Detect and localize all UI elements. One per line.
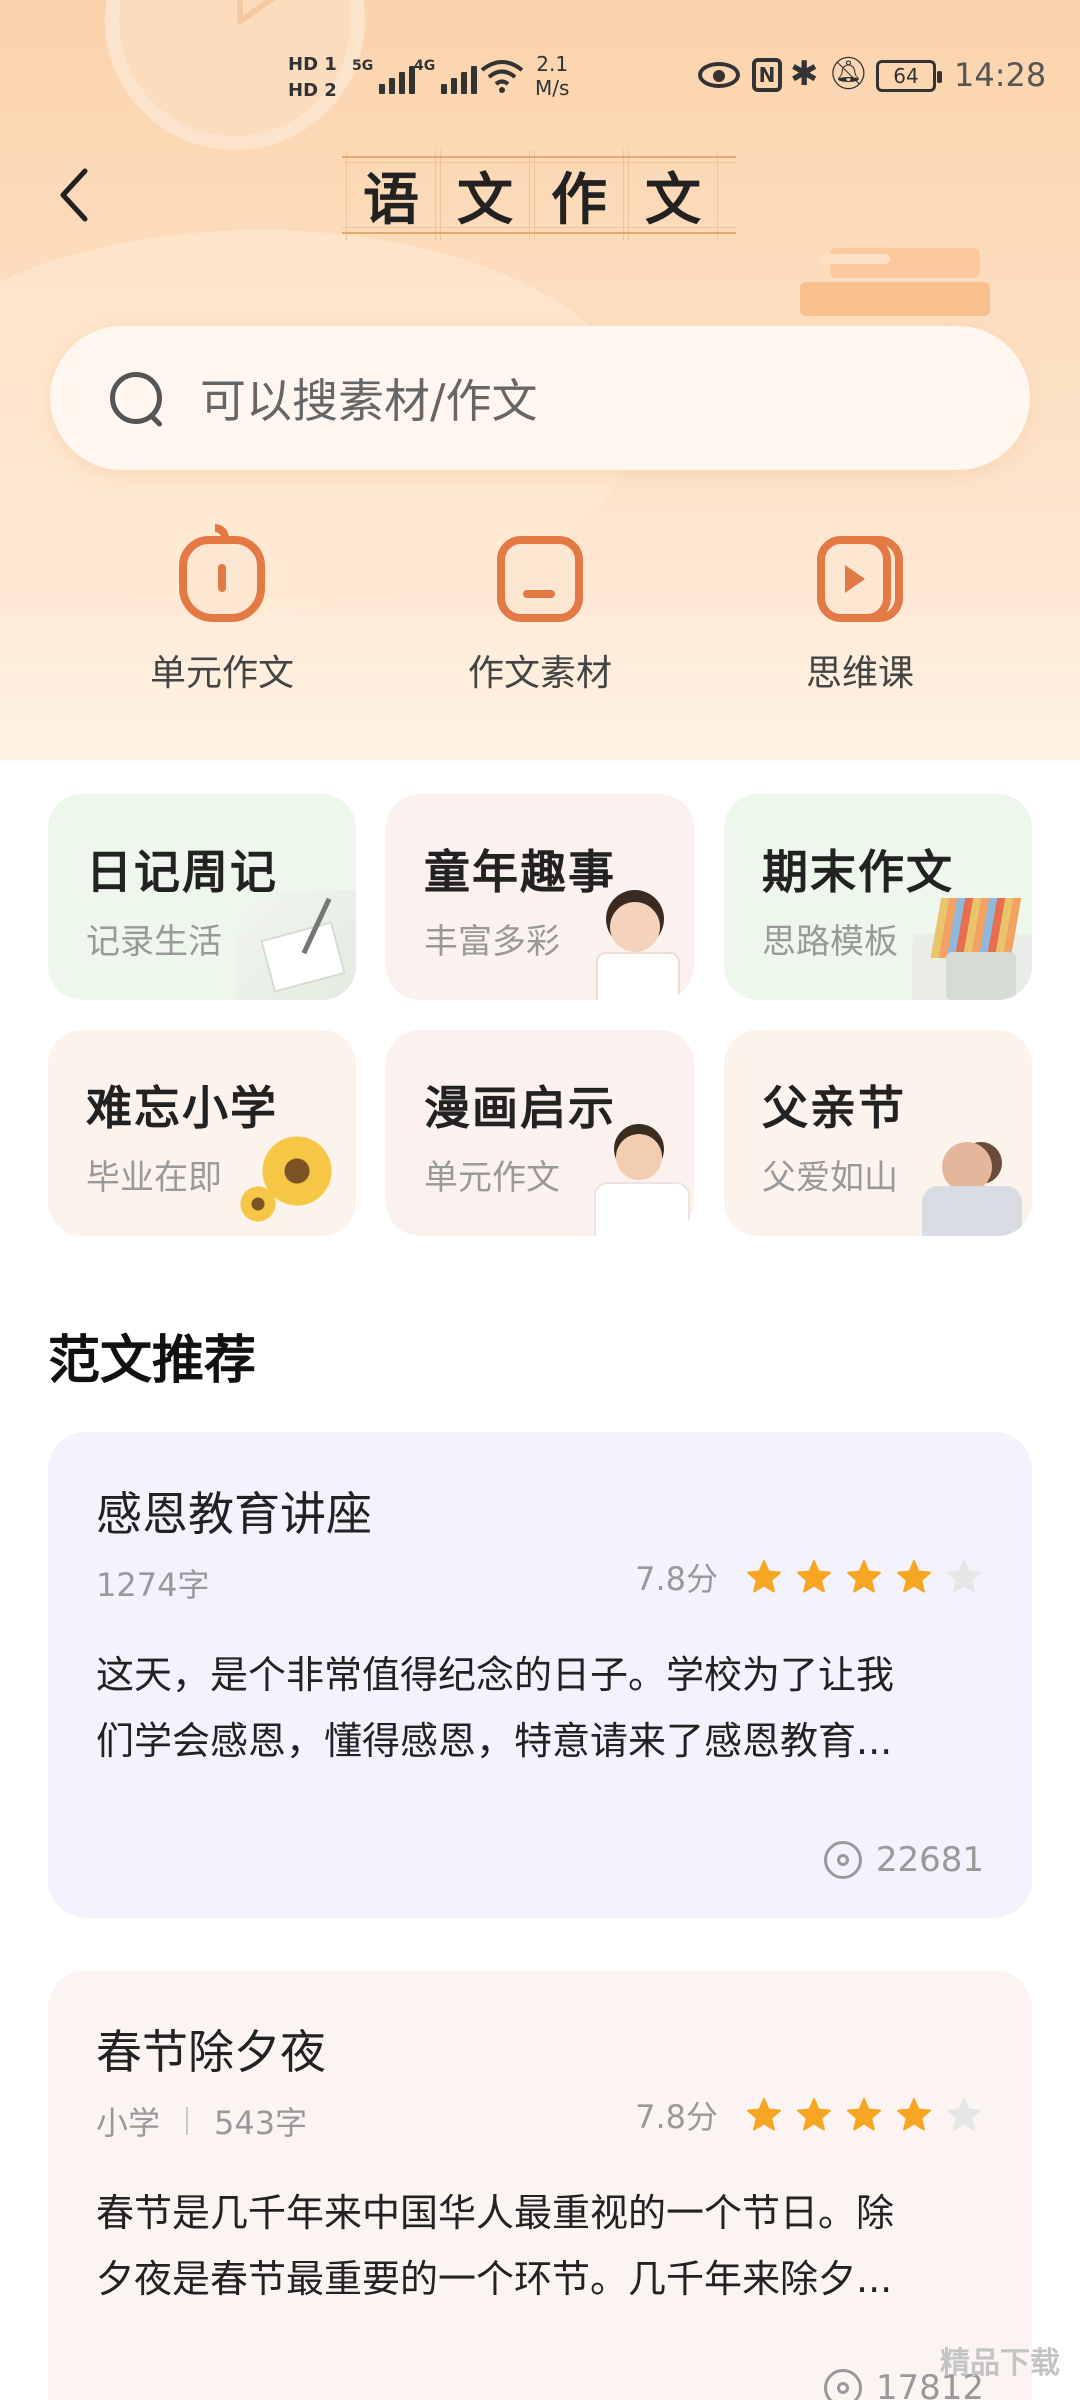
mute-bell-icon: 🔕︎ <box>828 54 869 92</box>
category-card-primary-school[interactable]: 难忘小学 毕业在即 <box>48 1030 356 1236</box>
word-count: 1274字 <box>96 1566 210 1604</box>
category-subtitle: 思路模板 <box>762 922 898 962</box>
star-filled-icon <box>846 1559 882 1595</box>
article-card[interactable]: 感恩教育讲座 1274字 7.8分 这天，是个非常值得纪念的日子。学校为了让我 … <box>48 1432 1032 1918</box>
hd-indicator: HD 1 HD 2 <box>288 54 337 101</box>
category-title: 日记周记 <box>86 845 278 899</box>
signal-5g-icon: 5G <box>352 58 416 94</box>
quick-entry-label: 单元作文 <box>149 653 294 694</box>
view-count: 22681 <box>823 1840 984 1880</box>
article-meta: 小学 543字 <box>96 2098 307 2144</box>
status-bar: HD 1 HD 2 5G 4G 2.1 M/s N ✱ 🔕︎ 64 14:28 <box>0 50 1080 110</box>
article-score: 7.8分 <box>635 1554 982 1600</box>
category-title: 漫画启示 <box>424 1081 616 1135</box>
category-title: 童年趣事 <box>424 845 616 899</box>
chevron-left-icon <box>60 168 88 222</box>
article-card[interactable]: 春节除夕夜 小学 543字 7.8分 春节是几千年来中国华人最重视的一个节日。除… <box>48 1970 1032 2400</box>
category-subtitle: 单元作文 <box>424 1158 560 1198</box>
watermark-logo: 精品下载 <box>940 2346 1060 2381</box>
father-illustration <box>912 1126 1032 1236</box>
category-subtitle: 记录生活 <box>86 922 222 962</box>
star-filled-icon <box>896 2097 932 2133</box>
star-filled-icon <box>746 2097 782 2133</box>
star-rating <box>746 2097 982 2133</box>
meta-divider <box>186 2107 189 2135</box>
quick-entry-materials[interactable]: 作文素材 <box>420 536 660 696</box>
sunflower-illustration <box>236 1126 356 1236</box>
star-empty-icon <box>946 2097 982 2133</box>
signal-4g-icon: 4G <box>414 58 478 94</box>
section-title: 范文推荐 <box>48 1331 257 1391</box>
girl-illustration <box>574 890 694 1000</box>
category-card-fathers-day[interactable]: 父亲节 父爱如山 <box>724 1030 1032 1236</box>
category-title: 父亲节 <box>762 1081 906 1135</box>
star-filled-icon <box>746 1559 782 1595</box>
back-button[interactable] <box>50 160 100 230</box>
category-title: 难忘小学 <box>86 1081 278 1135</box>
page-title: 语 文 作 文 <box>342 150 736 240</box>
star-rating <box>746 1559 982 1595</box>
battery-icon: 64 <box>876 60 942 92</box>
star-empty-icon <box>946 1559 982 1595</box>
notebook-illustration <box>236 890 356 1000</box>
eye-icon <box>823 1841 862 1879</box>
article-title: 春节除夕夜 <box>96 2025 326 2079</box>
star-filled-icon <box>896 1559 932 1595</box>
article-title: 感恩教育讲座 <box>96 1487 372 1541</box>
category-title: 期末作文 <box>762 845 954 899</box>
pencils-illustration <box>912 890 1032 1000</box>
category-card-childhood[interactable]: 童年趣事 丰富多彩 <box>386 794 694 1000</box>
category-subtitle: 丰富多彩 <box>424 922 560 962</box>
word-count: 543字 <box>214 2104 308 2142</box>
star-filled-icon <box>796 2097 832 2133</box>
search-placeholder: 可以搜素材/作文 <box>200 374 538 428</box>
clock-time: 14:28 <box>954 56 1047 94</box>
score-value: 7.8分 <box>635 2098 718 2136</box>
eye-comfort-icon <box>698 62 740 88</box>
quick-entry-label: 思维课 <box>805 653 914 694</box>
score-value: 7.8分 <box>635 1560 718 1598</box>
category-card-diary[interactable]: 日记周记 记录生活 <box>48 794 356 1000</box>
apple-icon <box>179 524 265 622</box>
star-filled-icon <box>846 2097 882 2133</box>
category-subtitle: 毕业在即 <box>86 1158 222 1198</box>
article-meta: 1274字 <box>96 1560 209 1606</box>
search-input[interactable]: 可以搜素材/作文 <box>50 326 1030 470</box>
quick-entry-thinking-course[interactable]: 思维课 <box>740 536 980 696</box>
bluetooth-icon: ✱ <box>790 54 819 94</box>
quick-entry-unit-composition[interactable]: 单元作文 <box>102 524 342 696</box>
category-card-final-exam[interactable]: 期末作文 思路模板 <box>724 794 1032 1000</box>
article-score: 7.8分 <box>635 2092 982 2138</box>
star-filled-icon <box>796 1559 832 1595</box>
video-play-icon <box>817 536 903 622</box>
grade-label: 小学 <box>96 2104 161 2142</box>
category-card-comic[interactable]: 漫画启示 单元作文 <box>386 1030 694 1236</box>
nfc-icon: N <box>752 58 782 92</box>
article-excerpt: 这天，是个非常值得纪念的日子。学校为了让我 们学会感恩，懂得感恩，特意请来了感恩… <box>96 1653 895 1763</box>
wifi-icon <box>480 60 524 93</box>
category-subtitle: 父爱如山 <box>762 1158 898 1198</box>
folder-icon <box>497 536 583 622</box>
boy-illustration <box>574 1126 694 1236</box>
search-icon <box>108 370 164 426</box>
network-speed: 2.1 M/s <box>535 52 570 100</box>
article-excerpt: 春节是几千年来中国华人最重视的一个节日。除 夕夜是春节最重要的一个环节。几千年来… <box>96 2191 895 2301</box>
quick-entry-label: 作文素材 <box>467 653 612 694</box>
eye-icon <box>823 2369 862 2400</box>
quick-entry-row: 单元作文 作文素材 思维课 <box>0 524 1080 706</box>
